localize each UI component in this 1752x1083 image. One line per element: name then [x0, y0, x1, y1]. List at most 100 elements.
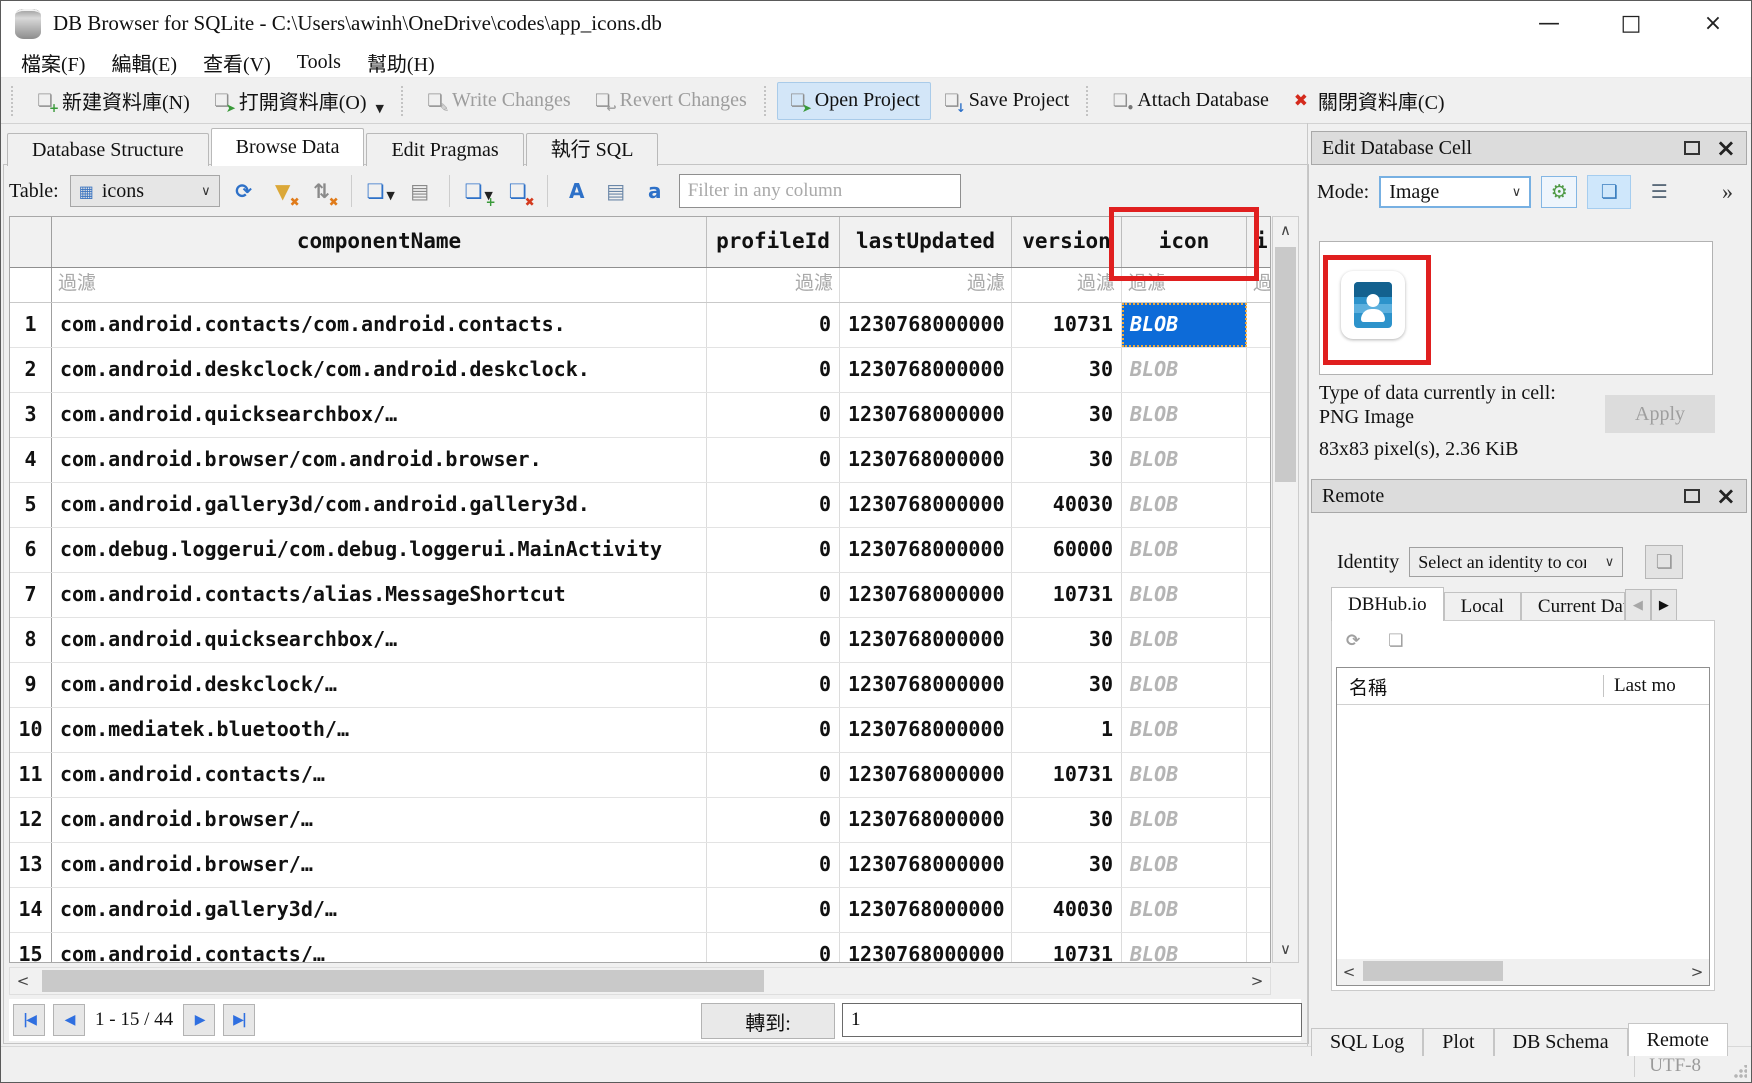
cell-num[interactable]: 3: [10, 393, 52, 437]
encoding-button[interactable]: a: [640, 176, 670, 206]
table-select[interactable]: ▦ icons ∨: [70, 175, 220, 207]
cell-num[interactable]: 7: [10, 573, 52, 617]
cell-version[interactable]: 30: [1012, 438, 1122, 482]
menu-tools[interactable]: Tools: [285, 49, 353, 76]
cell-last_updated[interactable]: 1230768000000: [840, 663, 1012, 707]
tab-edit-pragmas[interactable]: Edit Pragmas: [366, 133, 523, 166]
cell-icon[interactable]: BLOB: [1122, 843, 1247, 887]
cell-component[interactable]: com.android.gallery3d/…: [52, 888, 707, 932]
cell-num[interactable]: 8: [10, 618, 52, 662]
cell-num[interactable]: 15: [10, 933, 52, 963]
cell-version[interactable]: 40030: [1012, 483, 1122, 527]
cell-icon[interactable]: BLOB: [1122, 573, 1247, 617]
cell-component[interactable]: com.debug.loggerui/com.debug.loggerui.Ma…: [52, 528, 707, 572]
header-rownum[interactable]: [10, 217, 52, 267]
cell-icon[interactable]: BLOB: [1122, 618, 1247, 662]
cell-last_updated[interactable]: 1230768000000: [840, 348, 1012, 392]
scroll-down-icon[interactable]: ∨: [1273, 936, 1298, 962]
cell-version[interactable]: 1: [1012, 708, 1122, 752]
cell-profile_id[interactable]: 0: [707, 528, 840, 572]
prev-page-button[interactable]: ◀: [53, 1004, 85, 1036]
tab-database-structure[interactable]: Database Structure: [7, 133, 209, 166]
scroll-up-icon[interactable]: ∧: [1273, 217, 1298, 243]
cell-profile_id[interactable]: 0: [707, 933, 840, 963]
maximize-button[interactable]: □: [1607, 1, 1655, 45]
goto-row-input[interactable]: [842, 1003, 1302, 1037]
filter-any-column-input[interactable]: [679, 174, 961, 208]
cell-num[interactable]: 5: [10, 483, 52, 527]
cell-version[interactable]: 30: [1012, 663, 1122, 707]
cell-num[interactable]: 1: [10, 303, 52, 347]
cell-icon[interactable]: BLOB: [1122, 888, 1247, 932]
scrollbar-thumb[interactable]: [1275, 247, 1296, 482]
cell-profile_id[interactable]: 0: [707, 348, 840, 392]
cell-icon[interactable]: BLOB: [1122, 708, 1247, 752]
cell-last_updated[interactable]: 1230768000000: [840, 753, 1012, 797]
cell-num[interactable]: 9: [10, 663, 52, 707]
scroll-right-icon[interactable]: >: [1244, 968, 1270, 994]
header-profileId[interactable]: profileId: [707, 217, 840, 267]
cell-icon[interactable]: BLOB: [1122, 663, 1247, 707]
print-button[interactable]: ▤: [405, 176, 435, 206]
cell-component[interactable]: com.android.quicksearchbox/…: [52, 618, 707, 662]
close-button[interactable]: ×: [1689, 1, 1737, 45]
clear-sorting-button[interactable]: ⇅✖: [307, 176, 337, 206]
refresh-icon[interactable]: ⟳: [1346, 631, 1360, 651]
cell-icon[interactable]: BLOB: [1122, 393, 1247, 437]
cell-last_updated[interactable]: 1230768000000: [840, 888, 1012, 932]
tab-current-database[interactable]: Current Dat: [1521, 592, 1625, 621]
cell-extra[interactable]: [1247, 438, 1271, 482]
scroll-right-icon[interactable]: >: [1685, 959, 1709, 985]
cell-icon[interactable]: BLOB: [1122, 348, 1247, 392]
cell-version[interactable]: 10731: [1012, 303, 1122, 347]
column-filter-input[interactable]: 過濾: [707, 268, 840, 302]
cell-version[interactable]: 30: [1012, 348, 1122, 392]
close-database-button[interactable]: ✖ 關閉資料庫(C): [1280, 82, 1456, 120]
float-panel-icon[interactable]: [1684, 141, 1700, 155]
scroll-left-icon[interactable]: <: [10, 968, 36, 994]
last-page-button[interactable]: ▶|: [223, 1004, 255, 1036]
font-button[interactable]: A: [562, 176, 592, 206]
insert-record-button[interactable]: ❏+▼: [464, 176, 494, 206]
cell-num[interactable]: 11: [10, 753, 52, 797]
header-partial[interactable]: i: [1247, 217, 1271, 267]
cell-extra[interactable]: [1247, 573, 1271, 617]
dock-splitter[interactable]: [1307, 123, 1308, 1046]
tab-db-schema[interactable]: DB Schema: [1494, 1028, 1628, 1056]
cell-num[interactable]: 6: [10, 528, 52, 572]
cell-version[interactable]: 60000: [1012, 528, 1122, 572]
cell-last_updated[interactable]: 1230768000000: [840, 933, 1012, 963]
tab-scroll-left-icon[interactable]: ◀: [1625, 589, 1651, 621]
close-panel-icon[interactable]: ×: [1716, 486, 1736, 506]
cell-profile_id[interactable]: 0: [707, 303, 840, 347]
minimize-button[interactable]: —: [1525, 1, 1573, 45]
cell-icon[interactable]: BLOB: [1122, 798, 1247, 842]
cell-component[interactable]: com.android.browser/com.android.browser.: [52, 438, 707, 482]
cell-num[interactable]: 12: [10, 798, 52, 842]
column-filter-input[interactable]: 過濾: [1122, 268, 1247, 302]
menu-view[interactable]: 查看(V): [191, 46, 283, 79]
menu-help[interactable]: 幫助(H): [355, 46, 447, 79]
header-componentName[interactable]: componentName: [52, 217, 707, 267]
cell-last_updated[interactable]: 1230768000000: [840, 528, 1012, 572]
tab-remote[interactable]: Remote: [1628, 1023, 1728, 1056]
tab-scroll-right-icon[interactable]: ▶: [1651, 589, 1677, 621]
cell-profile_id[interactable]: 0: [707, 888, 840, 932]
cell-version[interactable]: 40030: [1012, 888, 1122, 932]
scroll-left-icon[interactable]: <: [1337, 959, 1361, 985]
cell-extra[interactable]: [1247, 393, 1271, 437]
save-records-button[interactable]: ❏▼: [366, 176, 396, 206]
cell-last_updated[interactable]: 1230768000000: [840, 843, 1012, 887]
cell-extra[interactable]: [1247, 708, 1271, 752]
cell-extra[interactable]: [1247, 663, 1271, 707]
cell-num[interactable]: 10: [10, 708, 52, 752]
cell-profile_id[interactable]: 0: [707, 483, 840, 527]
cell-extra[interactable]: [1247, 798, 1271, 842]
tab-sql-log[interactable]: SQL Log: [1311, 1028, 1423, 1056]
remote-col-last-modified[interactable]: Last mo: [1603, 675, 1709, 697]
menu-file[interactable]: 檔案(F): [9, 46, 97, 79]
menu-edit[interactable]: 編輯(E): [99, 46, 189, 79]
cell-last_updated[interactable]: 1230768000000: [840, 708, 1012, 752]
text-mode-button[interactable]: ❏: [1587, 175, 1631, 209]
cell-icon[interactable]: BLOB: [1122, 753, 1247, 797]
